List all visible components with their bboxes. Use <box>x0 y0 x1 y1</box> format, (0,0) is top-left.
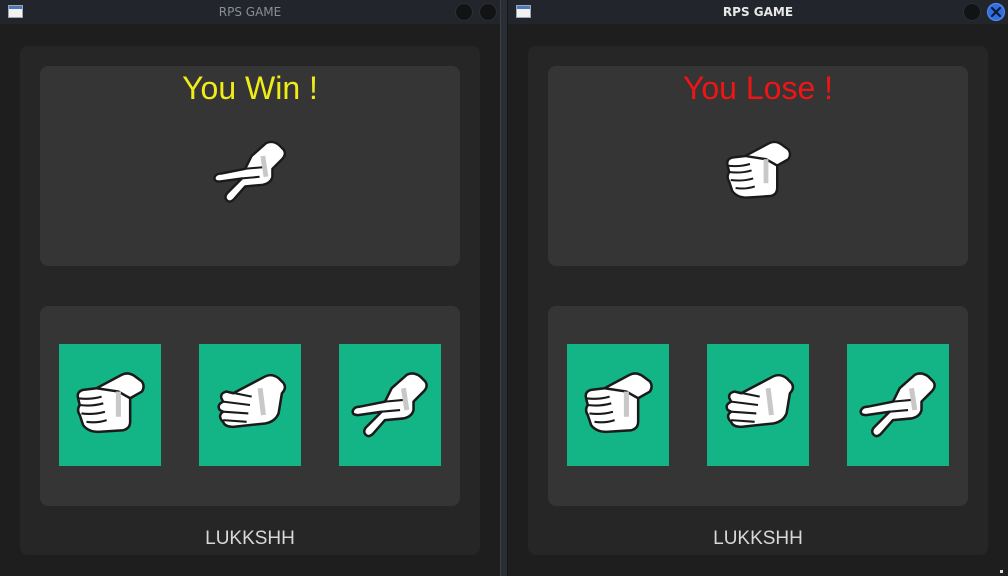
result-panel: You Win ! <box>40 66 460 266</box>
paper-choice-button[interactable] <box>707 344 809 466</box>
choices-panel <box>40 306 460 506</box>
window-title: RPS GAME <box>218 5 282 19</box>
paper-hand-icon <box>710 363 806 447</box>
title-bar[interactable]: RPS GAME <box>0 0 500 24</box>
rock-hand-icon <box>570 363 666 447</box>
window-divider <box>500 0 508 576</box>
rps-window-left: RPS GAME You Win ! LUKKSHH <box>0 0 500 576</box>
rps-window-right: RPS GAME You Lose ! LUKKSHH <box>508 0 1008 576</box>
minimize-button[interactable] <box>455 3 473 21</box>
scissors-hand-icon <box>200 132 300 212</box>
rock-choice-button[interactable] <box>59 344 161 466</box>
rock-hand-icon <box>708 132 808 212</box>
window-title: RPS GAME <box>722 5 794 19</box>
close-icon <box>991 7 1001 17</box>
result-panel: You Lose ! <box>548 66 968 266</box>
scissors-choice-button[interactable] <box>339 344 441 466</box>
rock-choice-button[interactable] <box>567 344 669 466</box>
game-card: You Win ! LUKKSHH <box>20 46 480 555</box>
paper-choice-button[interactable] <box>199 344 301 466</box>
mouse-cursor <box>1000 570 1003 573</box>
rock-hand-icon <box>62 363 158 447</box>
minimize-button[interactable] <box>963 3 981 21</box>
scissors-hand-icon <box>850 363 946 447</box>
footer-label: LUKKSHH <box>713 528 803 549</box>
game-card: You Lose ! LUKKSHH <box>528 46 988 555</box>
scissors-choice-button[interactable] <box>847 344 949 466</box>
paper-hand-icon <box>202 363 298 447</box>
footer-label: LUKKSHH <box>205 528 295 549</box>
scissors-hand-icon <box>342 363 438 447</box>
title-bar[interactable]: RPS GAME <box>508 0 1008 24</box>
result-text: You Win ! <box>182 70 318 106</box>
close-button[interactable] <box>479 3 497 21</box>
choices-panel <box>548 306 968 506</box>
close-button[interactable] <box>987 3 1005 21</box>
result-text: You Lose ! <box>682 70 834 106</box>
